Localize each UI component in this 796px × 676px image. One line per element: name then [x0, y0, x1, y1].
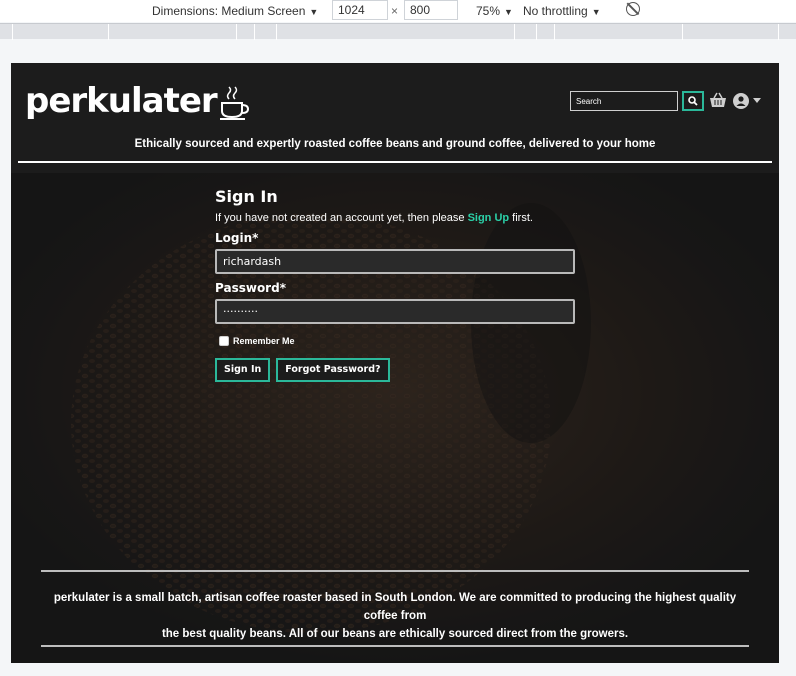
page-title: Sign In	[215, 187, 278, 206]
rotate-icon[interactable]	[626, 2, 640, 16]
width-input[interactable]: 1024	[332, 0, 388, 20]
password-label: Password*	[215, 281, 286, 295]
basket-icon[interactable]	[709, 92, 727, 108]
zoom-dropdown[interactable]: 75% ▼	[476, 3, 513, 20]
zoom-label: 75%	[476, 4, 501, 18]
intro-text-after: first.	[509, 212, 533, 224]
chevron-down-icon: ▼	[504, 7, 513, 17]
height-input[interactable]: 800	[404, 0, 458, 20]
footer-line-2: the best quality beans. All of our beans…	[161, 628, 629, 640]
throttle-dropdown[interactable]: No throttling ▼	[523, 3, 601, 20]
search-input[interactable]	[570, 91, 678, 111]
chevron-down-icon: ▼	[309, 7, 319, 17]
intro-text-before: If you have not created an account yet, …	[215, 212, 468, 224]
remember-me-row: Remember Me	[219, 336, 575, 346]
login-field[interactable]: richardash	[215, 249, 575, 274]
devtools-device-toolbar: Dimensions: Medium Screen ▼ 1024 × 800 75…	[0, 0, 796, 22]
footer-about: perkulater is a small batch, artisan cof…	[41, 589, 749, 643]
login-label: Login*	[215, 231, 259, 245]
password-field[interactable]: ··········	[215, 299, 575, 324]
site-logo[interactable]: perkulater	[25, 79, 249, 121]
account-icon[interactable]	[733, 93, 749, 109]
header-divider	[18, 161, 772, 163]
logo-text: perkulater	[25, 81, 218, 121]
media-query-ruler[interactable]	[0, 23, 796, 40]
signin-intro: If you have not created an account yet, …	[215, 212, 575, 224]
chevron-down-icon: ▼	[591, 7, 601, 17]
forgot-password-button[interactable]: Forgot Password?	[276, 358, 390, 382]
remember-me-label[interactable]: Remember Me	[233, 336, 295, 346]
chevron-down-icon[interactable]	[753, 98, 761, 104]
signin-form: Sign In If you have not created an accou…	[215, 187, 575, 382]
search-button[interactable]	[682, 91, 704, 111]
dimensions-dropdown[interactable]: Dimensions: Medium Screen ▼	[152, 3, 318, 20]
coffee-cup-icon	[219, 86, 249, 120]
times-symbol: ×	[391, 4, 399, 18]
form-actions: Sign In Forgot Password?	[215, 358, 575, 382]
footer-line-1: perkulater is a small batch, artisan cof…	[53, 592, 737, 622]
page-viewport: perkulater Ethically sourced and expertl…	[11, 63, 779, 663]
throttle-label: No throttling	[523, 4, 588, 18]
footer-divider-top	[41, 570, 749, 572]
tagline: Ethically sourced and expertly roasted c…	[134, 138, 656, 150]
signin-button[interactable]: Sign In	[215, 358, 271, 382]
dimensions-label: Dimensions: Medium Screen	[152, 4, 306, 18]
footer-divider-bottom	[41, 645, 749, 647]
remember-me-checkbox[interactable]	[219, 336, 229, 346]
search-icon	[688, 96, 698, 106]
signup-link[interactable]: Sign Up	[468, 212, 510, 224]
